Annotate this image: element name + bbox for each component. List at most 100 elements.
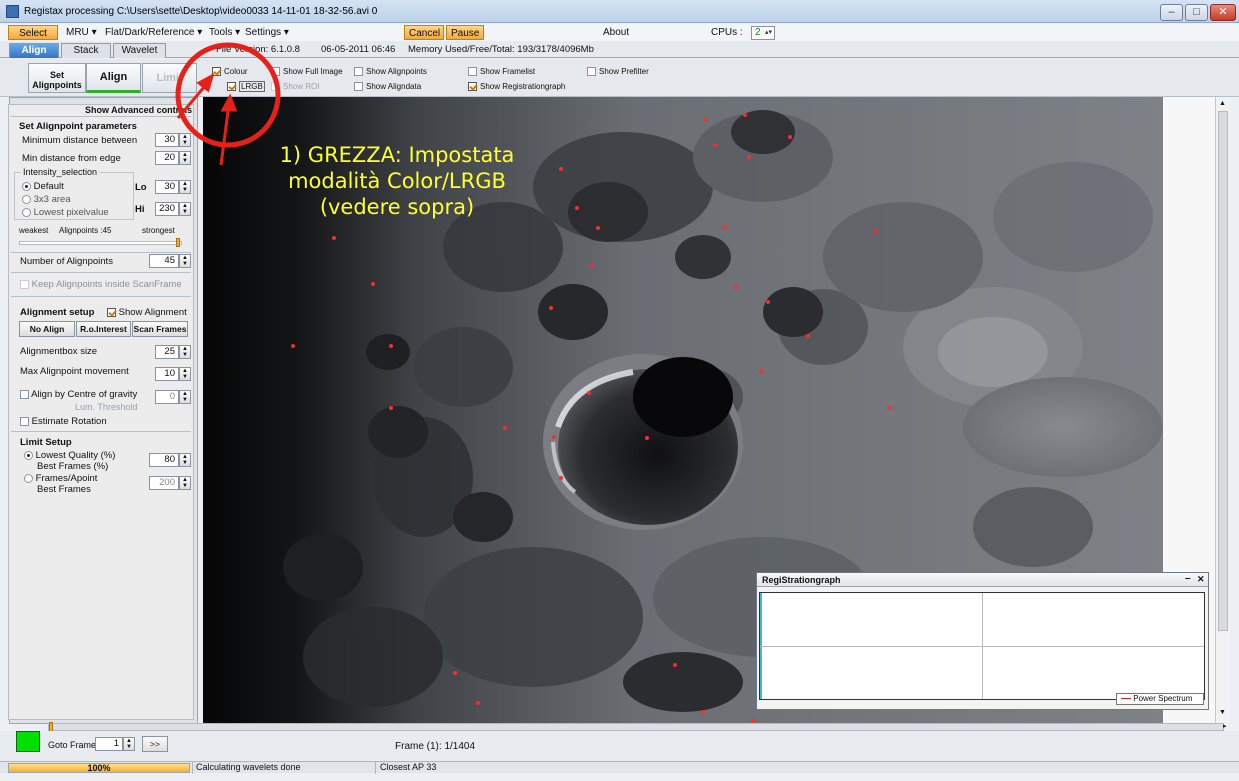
colour-label: Colour <box>224 67 248 76</box>
best-frames-input[interactable]: 200 <box>149 476 179 490</box>
lowest-pixel-option[interactable]: Lowest pixelvalue <box>22 207 109 218</box>
num-alignpoints-input[interactable]: 45 <box>149 254 179 268</box>
align-cog-input[interactable]: 0 <box>155 390 179 404</box>
minimize-button[interactable]: – <box>1160 4 1183 21</box>
show-roi-checkbox[interactable] <box>271 82 280 92</box>
area3x3-option[interactable]: 3x3 area <box>22 194 71 205</box>
hi-input[interactable]: 230 <box>155 202 179 216</box>
lowest-quality-radio[interactable] <box>24 450 33 460</box>
goto-frame-input[interactable]: 1 <box>95 737 123 751</box>
align-cog-option[interactable]: Align by Centre of gravity <box>20 389 137 400</box>
tab-wavelet[interactable]: Wavelet <box>113 43 166 58</box>
show-roi-option[interactable]: Show ROI <box>271 81 319 93</box>
set-alignpoints-button[interactable]: Set Alignpoints <box>28 63 86 93</box>
keep-inside-option[interactable]: Keep Alignpoints inside ScanFrame <box>20 279 182 290</box>
menu-about[interactable]: About <box>599 25 633 40</box>
goto-frame-spinner[interactable]: ▲ ▼ <box>123 737 135 751</box>
registrationgraph-window[interactable]: RegiStrationgraph – ✕ Power Spectrum <box>756 572 1209 710</box>
area3x3-radio[interactable] <box>22 194 31 204</box>
show-alignment-checkbox[interactable] <box>107 307 116 317</box>
lowest-quality-spinner[interactable]: ▲ ▼ <box>179 453 191 467</box>
frames-apoint-option[interactable]: Frames/Apoint <box>24 473 97 484</box>
strength-slider[interactable] <box>19 241 182 245</box>
divider <box>192 762 193 774</box>
scroll-up-icon[interactable]: ▲ <box>1219 100 1226 107</box>
align-cog-checkbox[interactable] <box>20 389 29 399</box>
tab-align[interactable]: Align <box>9 43 59 58</box>
colour-checkbox[interactable] <box>212 67 221 77</box>
alignbox-size-input[interactable]: 25 <box>155 345 179 359</box>
show-aligndata-checkbox[interactable] <box>354 82 363 92</box>
lowest-pixel-radio[interactable] <box>22 207 31 217</box>
cpus-select[interactable]: 2 ▴▾ <box>751 26 775 40</box>
select-button[interactable]: Select <box>8 25 58 40</box>
no-align-button[interactable]: No Align <box>19 321 75 337</box>
menu-settings-label: Settings <box>245 27 282 38</box>
show-framelist-option[interactable]: Show Framelist <box>468 66 535 78</box>
num-alignpoints-spinner[interactable]: ▲ ▼ <box>179 254 191 268</box>
hi-spinner[interactable]: ▲ ▼ <box>179 202 191 216</box>
lowest-quality-option[interactable]: Lowest Quality (%) <box>24 450 115 461</box>
show-alignment-label: Show Alignment <box>118 307 187 318</box>
show-full-image-label: Show Full Image <box>283 67 343 76</box>
lrgb-option[interactable]: LRGB <box>227 81 265 93</box>
show-advanced-controls[interactable]: Show Advanced controls <box>85 105 192 115</box>
menu-settings[interactable]: Settings ▾ <box>241 25 293 40</box>
registrationgraph-titlebar[interactable]: RegiStrationgraph – ✕ <box>757 573 1208 587</box>
dropdown-arrow-icon: ▾ <box>283 27 289 38</box>
show-alignment-option[interactable]: Show Alignment <box>107 307 187 318</box>
ro-interest-button[interactable]: R.o.Interest <box>76 321 131 337</box>
show-aligndata-option[interactable]: Show Aligndata <box>354 81 421 93</box>
menu-tools[interactable]: Tools ▾ <box>205 25 244 40</box>
cancel-button[interactable]: Cancel <box>404 25 444 40</box>
show-full-image-option[interactable]: Show Full Image <box>271 66 343 78</box>
strength-slider-thumb[interactable] <box>176 238 180 247</box>
max-ap-move-input[interactable]: 10 <box>155 367 179 381</box>
show-registrationgraph-option[interactable]: Show Registrationgraph <box>468 81 565 93</box>
next-frame-button[interactable]: >> <box>142 736 168 752</box>
pause-button[interactable]: Pause <box>446 25 484 40</box>
maximize-button[interactable]: □ <box>1185 4 1208 21</box>
scrollbar-thumb[interactable] <box>1218 111 1228 631</box>
scan-frames-button[interactable]: Scan Frames <box>132 321 188 337</box>
keep-inside-checkbox[interactable] <box>20 279 29 289</box>
scroll-right-icon[interactable]: ▸ <box>1223 722 1227 730</box>
minimize-icon[interactable]: – <box>1185 573 1191 584</box>
estimate-rotation-option[interactable]: Estimate Rotation <box>20 416 107 427</box>
lowest-quality-input[interactable]: 80 <box>149 453 179 467</box>
close-icon[interactable]: ✕ <box>1197 574 1205 585</box>
menu-flat-dark-reference[interactable]: Flat/Dark/Reference ▾ <box>101 25 206 40</box>
lo-spinner[interactable]: ▲ ▼ <box>179 180 191 194</box>
min-distance-edge-spinner[interactable]: ▲ ▼ <box>179 151 191 165</box>
best-frames-spinner[interactable]: ▲ ▼ <box>179 476 191 490</box>
show-alignpoints-checkbox[interactable] <box>354 67 363 77</box>
colour-option[interactable]: Colour <box>212 66 248 78</box>
align-button[interactable]: Align <box>86 63 141 93</box>
estimate-rotation-checkbox[interactable] <box>20 416 29 426</box>
show-prefilter-checkbox[interactable] <box>587 67 596 77</box>
default-radio[interactable] <box>22 181 31 191</box>
frame-slider[interactable] <box>48 722 1224 732</box>
scroll-down-icon[interactable]: ▼ <box>1219 709 1226 716</box>
close-button[interactable]: ✕ <box>1210 4 1236 21</box>
menu-mru[interactable]: MRU ▾ <box>62 25 101 40</box>
show-registrationgraph-checkbox[interactable] <box>468 82 477 92</box>
lrgb-checkbox[interactable] <box>227 82 236 92</box>
min-distance-between-spinner[interactable]: ▲ ▼ <box>179 133 191 147</box>
show-prefilter-option[interactable]: Show Prefilter <box>587 66 649 78</box>
alignbox-size-spinner[interactable]: ▲ ▼ <box>179 345 191 359</box>
min-distance-between-input[interactable]: 30 <box>155 133 179 147</box>
lo-input[interactable]: 30 <box>155 180 179 194</box>
show-alignpoints-option[interactable]: Show Alignpoints <box>354 66 427 78</box>
limit-button[interactable]: Limit <box>142 63 197 93</box>
show-full-image-checkbox[interactable] <box>271 67 280 77</box>
align-cog-spinner[interactable]: ▲ ▼ <box>179 390 191 404</box>
tab-stack[interactable]: Stack <box>61 43 111 58</box>
min-distance-edge-input[interactable]: 20 <box>155 151 179 165</box>
max-ap-move-spinner[interactable]: ▲ ▼ <box>179 367 191 381</box>
show-framelist-checkbox[interactable] <box>468 67 477 77</box>
default-option[interactable]: Default <box>22 181 64 192</box>
frames-apoint-radio[interactable] <box>24 473 33 483</box>
vertical-scrollbar[interactable]: ▲ ▼ <box>1215 97 1230 723</box>
limit-setup-title: Limit Setup <box>20 437 72 448</box>
